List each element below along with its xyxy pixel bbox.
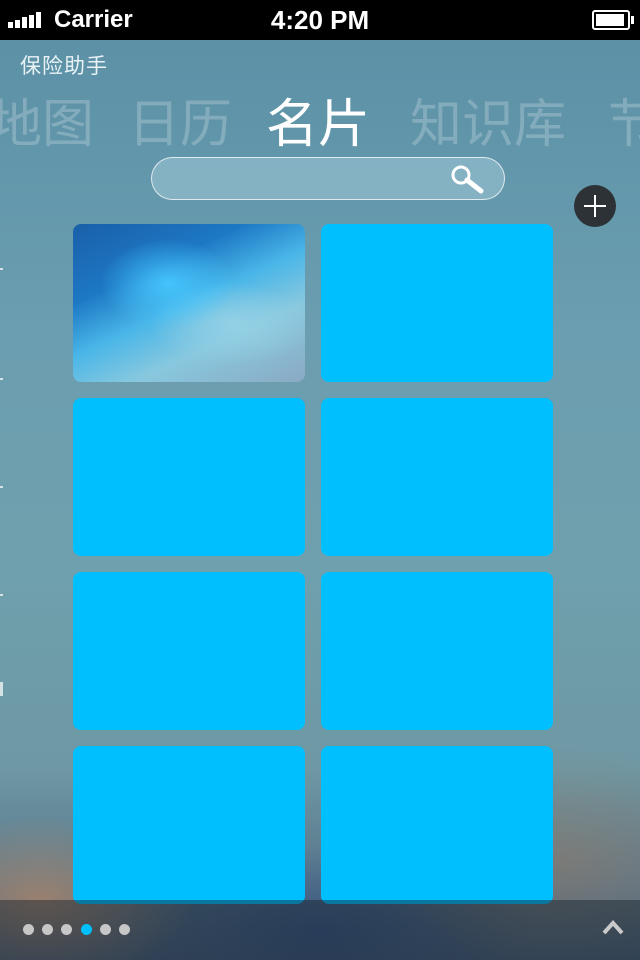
edge-marker <box>0 268 3 270</box>
status-time: 4:20 PM <box>270 5 370 35</box>
business-card-tile[interactable] <box>73 746 305 904</box>
app-title: 保险助手 <box>20 54 108 78</box>
page-dot[interactable] <box>23 924 34 935</box>
page-dot-active[interactable] <box>81 924 92 935</box>
bottom-bar <box>0 900 640 960</box>
business-card-tile[interactable] <box>321 224 553 382</box>
page-dot[interactable] <box>119 924 130 935</box>
tab-knowledge-base[interactable]: 知识库 <box>410 82 566 157</box>
tab-map[interactable]: 地图 <box>0 82 94 157</box>
battery-icon <box>592 10 634 30</box>
chevron-up-icon[interactable] <box>602 918 624 936</box>
business-card-tile[interactable] <box>321 746 553 904</box>
page-dot[interactable] <box>61 924 72 935</box>
tab-calendar[interactable]: 日历 <box>128 82 232 157</box>
search-input[interactable] <box>151 157 505 200</box>
edge-marker <box>0 682 3 696</box>
status-bar: Carrier 4:20 PM <box>0 0 640 40</box>
tab-business-cards[interactable]: 名片 <box>266 82 370 157</box>
business-card-thumbnail[interactable] <box>73 224 305 382</box>
business-card-tile[interactable] <box>73 572 305 730</box>
page-dot[interactable] <box>42 924 53 935</box>
edge-marker <box>0 486 3 488</box>
edge-marker <box>0 378 3 380</box>
category-tabs: 地图 日历 名片 知识库 节 <box>0 82 640 155</box>
edge-marker <box>0 594 3 596</box>
search-icon[interactable] <box>450 164 484 194</box>
business-card-tile[interactable] <box>73 398 305 556</box>
business-card-tile[interactable] <box>321 572 553 730</box>
add-card-button[interactable] <box>574 185 616 227</box>
tab-partial-next[interactable]: 节 <box>608 82 640 157</box>
page-dot[interactable] <box>100 924 111 935</box>
business-card-tile[interactable] <box>321 398 553 556</box>
